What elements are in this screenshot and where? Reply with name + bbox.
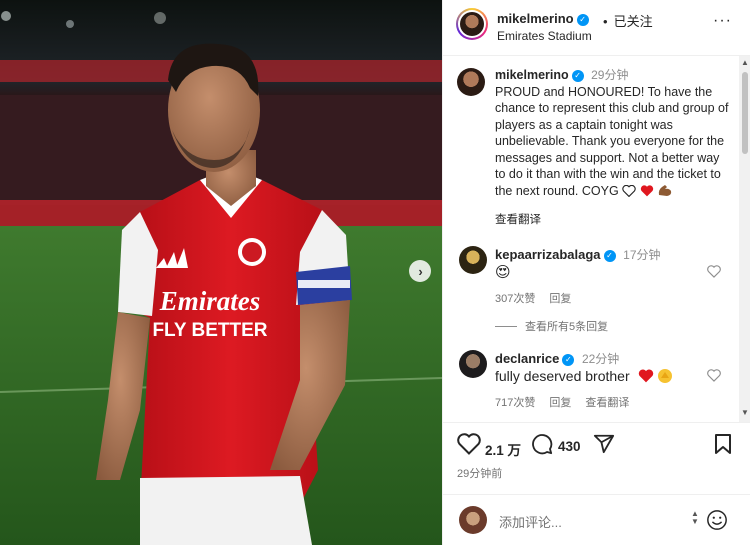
verified-badge-icon: ✓ <box>571 70 584 82</box>
post-location[interactable]: Emirates Stadium <box>497 29 592 43</box>
flexed-biceps-icon <box>657 184 673 202</box>
heart-outline-icon <box>707 265 721 278</box>
like-button[interactable] <box>457 433 481 460</box>
author-username[interactable]: mikelmerino ✓ <box>497 11 589 26</box>
comment-time-kepa: 17分钟 <box>623 248 661 262</box>
resize-arrows-icon: ▲ ▼ <box>691 509 699 526</box>
comment-reply-declan[interactable]: 回复 <box>549 397 571 409</box>
comment-input[interactable]: 添加评论... <box>499 512 562 531</box>
more-options-icon[interactable]: ··· <box>713 12 732 30</box>
red-heart-icon <box>638 369 654 386</box>
scroll-down-arrow-icon[interactable]: ▼ <box>741 408 749 417</box>
comments-scrollbar[interactable]: ▲ ▼ <box>739 56 750 422</box>
caption-see-translation[interactable]: 查看翻译 <box>495 211 541 227</box>
comment-header-declan: declanrice ✓ 22分钟 <box>495 350 619 367</box>
save-button[interactable] <box>713 433 733 460</box>
comment-see-translation-declan[interactable]: 查看翻译 <box>585 397 629 409</box>
comment-likes-declan[interactable]: 717次赞 <box>495 397 535 409</box>
verified-badge-icon: ✓ <box>562 354 575 366</box>
like-count[interactable]: 2.1 万 <box>485 439 521 459</box>
paper-plane-icon <box>593 434 615 454</box>
caption-time: 29分钟 <box>591 68 629 82</box>
follow-status[interactable]: • 已关注 <box>603 11 653 30</box>
comment-text-declan: fully deserved brother <box>495 368 673 387</box>
view-replies-kepa[interactable]: 查看所有5条回复 <box>495 318 608 334</box>
comment-like-kepa[interactable] <box>707 265 721 281</box>
post-photo[interactable]: Emirates FLY BETTER › <box>0 0 442 545</box>
comment-like-declan[interactable] <box>707 369 721 385</box>
comment-text-kepa: 😍 <box>495 264 511 281</box>
white-heart-icon <box>622 184 636 202</box>
comment-username-declan[interactable]: declanrice <box>495 351 559 366</box>
caption-avatar[interactable] <box>457 68 485 96</box>
post-time: 29分钟前 <box>457 468 503 480</box>
post-header: mikelmerino ✓ • 已关注 Emirates Stadium ··· <box>443 0 750 56</box>
smiley-icon <box>707 510 727 530</box>
comment-avatar-declan[interactable] <box>459 350 487 378</box>
scrollbar-thumb[interactable] <box>742 72 748 154</box>
comment-username-kepa[interactable]: kepaarrizabalaga <box>495 247 601 262</box>
emoji-picker-button[interactable] <box>706 509 728 536</box>
verified-badge-icon: ✓ <box>603 250 616 262</box>
comments-list: mikelmerino ✓ 29分钟 PROUD and HONOURED! To… <box>443 56 739 422</box>
verified-badge-icon: ✓ <box>576 14 589 26</box>
comment-bubble-icon <box>532 434 553 455</box>
author-avatar[interactable] <box>456 8 488 40</box>
current-user-avatar <box>459 506 487 534</box>
comment-meta-kepa: 307次赞 回复 <box>495 290 585 306</box>
post-caption: mikelmerino ✓ 29分钟 PROUD and HONOURED! To… <box>495 67 731 201</box>
post-actions: 2.1 万 430 29分钟前 <box>443 422 750 493</box>
comment-button[interactable] <box>531 433 553 460</box>
heart-outline-icon <box>707 369 721 382</box>
instagram-post-view: Emirates FLY BETTER › mikelmerino ✓ • 已关注 … <box>0 0 750 545</box>
scroll-up-arrow-icon[interactable]: ▲ <box>741 58 749 67</box>
add-comment-bar: 添加评论... ▲ ▼ <box>443 494 750 546</box>
comment-meta-declan: 717次赞 回复 查看翻译 <box>495 394 643 410</box>
comment-header-kepa: kepaarrizabalaga ✓ 17分钟 <box>495 246 661 263</box>
comment-time-declan: 22分钟 <box>581 352 620 366</box>
caption-text: PROUD and HONOURED! To have the chance t… <box>495 84 729 198</box>
red-heart-icon <box>640 184 654 202</box>
replies-divider <box>495 326 517 327</box>
comment-avatar-kepa[interactable] <box>459 246 487 274</box>
post-details-panel: mikelmerino ✓ • 已关注 Emirates Stadium ··· m… <box>442 0 750 545</box>
chevron-right-icon: › <box>418 263 423 279</box>
comment-count[interactable]: 430 <box>558 439 581 454</box>
next-photo-button[interactable]: › <box>409 260 431 282</box>
comment-reply-kepa[interactable]: 回复 <box>549 293 571 305</box>
shirt-sponsor-emirates: Emirates <box>159 286 261 316</box>
comment-likes-kepa[interactable]: 307次赞 <box>495 293 535 305</box>
heart-icon <box>457 433 481 455</box>
player-photo-illustration: Emirates FLY BETTER <box>0 0 442 545</box>
caption-username[interactable]: mikelmerino <box>495 68 569 82</box>
shirt-sponsor-fly-better: FLY BETTER <box>152 320 267 341</box>
share-button[interactable] <box>593 433 615 460</box>
clapping-hands-icon <box>657 368 673 387</box>
bookmark-icon <box>715 434 731 454</box>
